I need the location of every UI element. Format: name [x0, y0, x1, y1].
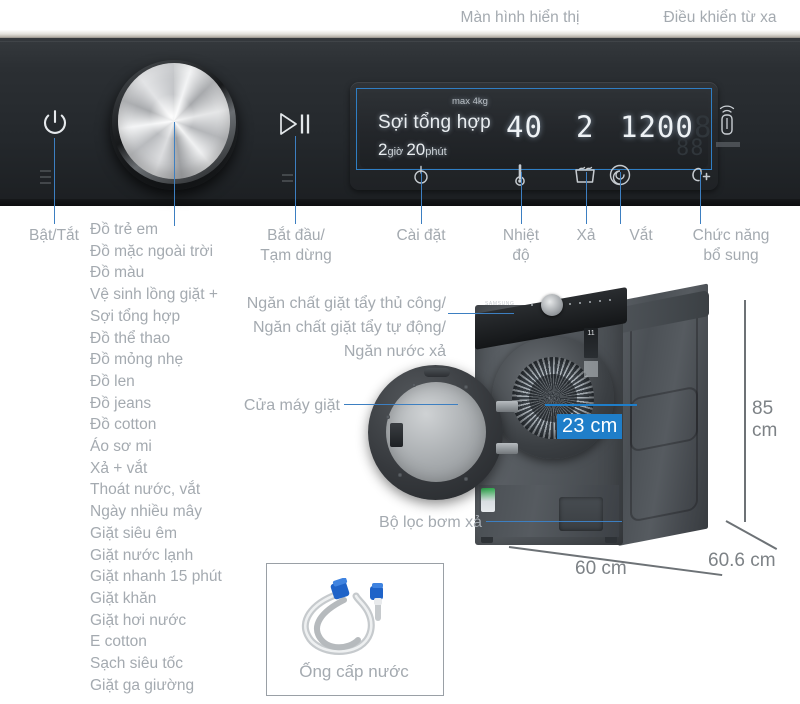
- machine-foot-left: [481, 537, 493, 543]
- hose-inset-label: Ống cấp nước: [299, 662, 409, 681]
- program-item: Giặt siêu êm: [90, 524, 178, 542]
- callout-label-display: Màn hình hiển thị: [460, 9, 580, 26]
- program-item: Đồ mỏng nhẹ: [90, 351, 184, 369]
- callout-label-power: Bật/Tắt: [29, 227, 79, 244]
- height-dimension-line: [744, 300, 746, 522]
- program-item: Sạch siêu tốc: [90, 655, 184, 673]
- machine-brand-text: SAMSUNG: [485, 301, 515, 307]
- callout-line-door: [344, 404, 458, 406]
- callout-label-extra: Chức năng bổ sung: [692, 227, 770, 264]
- machine-spec-sticker: [584, 361, 598, 377]
- program-item: Ngày nhiều mây: [90, 503, 203, 521]
- callout-line-temperature: [521, 172, 523, 224]
- program-item: Đồ trẻ em: [90, 221, 159, 238]
- drum-opening-badge: 23 cm: [557, 414, 623, 439]
- callout-line-settings: [421, 172, 423, 224]
- callout-label-door: Cửa máy giặt: [243, 397, 340, 414]
- callout-label-temperature: Nhiệt độ: [502, 227, 540, 264]
- program-item: Thoát nước, vắt: [90, 481, 201, 499]
- callout-line-knob: [174, 122, 176, 226]
- callout-line-pump-filter: [486, 521, 622, 523]
- depth-dimension-label: 60.6 cm: [708, 550, 776, 571]
- program-item: Giặt nhanh 15 phút: [90, 568, 222, 586]
- program-item: Giặt ga giường: [90, 676, 195, 694]
- program-item: Giặt khăn: [90, 589, 157, 607]
- program-item: Đồ thể thao: [90, 329, 171, 347]
- water-inlet-hose-image: [286, 577, 422, 666]
- door-handle[interactable]: [424, 368, 450, 377]
- callout-label-start-pause: Bắt đầu/ Tạm dừng: [260, 227, 332, 264]
- door-hinge-top: [496, 401, 518, 412]
- machine-energy-rating: 11: [587, 330, 595, 337]
- callout-line-detergent-drawer: [448, 313, 514, 315]
- machine-knob-small: [541, 294, 563, 316]
- remote-control-icon[interactable]: [716, 104, 738, 138]
- door-latch: [390, 423, 403, 447]
- program-item: Giặt hơi nước: [90, 611, 187, 629]
- drum-opening-arrow: [545, 404, 637, 406]
- callout-line-extra: [700, 172, 702, 224]
- callout-label-pump-filter: Bộ lọc bơm xả: [379, 514, 482, 531]
- temperature-button-icon[interactable]: [512, 163, 528, 192]
- program-item: Đồ cotton: [90, 416, 157, 434]
- program-item: Đồ len: [90, 372, 135, 390]
- program-item: Đồ màu: [90, 264, 145, 282]
- machine-foot-right: [605, 537, 617, 543]
- program-list: Đồ trẻ em Đồ mặc ngoài trời Đồ màu Vệ si…: [90, 219, 250, 696]
- program-item: Sợi tổng hợp: [90, 307, 181, 325]
- callout-line-rinse: [586, 172, 588, 224]
- rinse-button-icon[interactable]: [573, 164, 597, 191]
- callout-label-detergent-drawer: Ngăn chất giặt tẩy thủ công/ Ngăn chất g…: [246, 295, 446, 360]
- panel-bottom-trim: [0, 199, 800, 206]
- pump-filter-cover[interactable]: [559, 497, 603, 531]
- machine-open-door[interactable]: [368, 365, 518, 500]
- power-icon[interactable]: [40, 108, 70, 138]
- door-hinge-bottom: [496, 443, 518, 454]
- callout-label-spin: Vắt: [629, 227, 653, 244]
- program-item: Đồ jeans: [90, 394, 152, 412]
- program-item: Đồ mặc ngoài trời: [90, 242, 214, 260]
- panel-hairline: [0, 41, 800, 42]
- callout-line-start-pause: [295, 136, 297, 224]
- callout-line-spin: [620, 172, 622, 224]
- start-pause-icon[interactable]: [278, 112, 312, 136]
- program-item: Xả + vắt: [90, 459, 148, 477]
- height-dimension-label: 85 cm: [752, 398, 778, 441]
- remote-label-print: [716, 142, 740, 147]
- program-item: Vệ sinh lồng giặt +: [90, 286, 218, 304]
- display-highlight-box: [356, 88, 712, 170]
- program-item: Áo sơ mi: [90, 438, 152, 456]
- callout-label-remote: Điều khiển từ xa: [663, 9, 777, 26]
- program-item: Giặt nước lạnh: [90, 546, 194, 564]
- program-item: E cotton: [90, 633, 147, 651]
- callout-line-power: [54, 138, 56, 224]
- width-dimension-label: 60 cm: [575, 558, 627, 579]
- callout-label-rinse: Xả: [576, 227, 596, 244]
- callout-label-settings: Cài đặt: [396, 227, 446, 244]
- machine-energy-label: 11: [584, 328, 598, 358]
